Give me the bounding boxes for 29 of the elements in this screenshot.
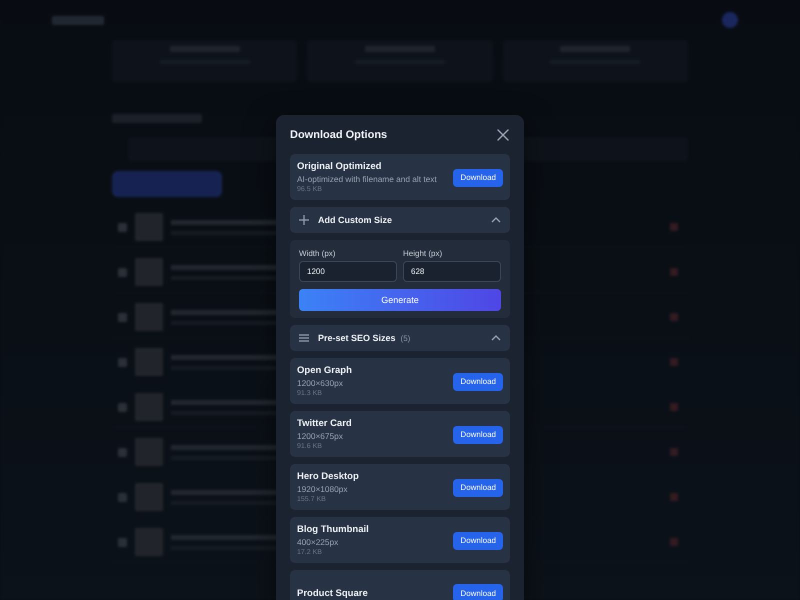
option-name: Blog Thumbnail: [297, 523, 370, 536]
height-field[interactable]: 628: [403, 261, 501, 282]
option-name: Open Graph: [297, 364, 353, 377]
download-button[interactable]: Download: [453, 426, 503, 444]
option-dimensions: 1200×630px: [297, 377, 344, 389]
field-label: Width (px): [299, 249, 336, 258]
option-description: AI-optimized with filename and alt text: [297, 173, 438, 185]
custom-size-toggle[interactable]: Add Custom Size: [290, 207, 510, 233]
field-label: Height (px): [403, 249, 444, 258]
download-button[interactable]: Download: [453, 478, 503, 496]
download-button[interactable]: Download: [453, 168, 503, 186]
close-icon: [496, 128, 510, 142]
preset-sizes-toggle[interactable]: Pre-set SEO Sizes (5): [290, 325, 510, 351]
option-name: Original Optimized: [297, 160, 382, 173]
download-button[interactable]: Download: [453, 584, 503, 600]
close-button[interactable]: [496, 128, 510, 142]
option-dimensions: 1920×1080px: [297, 483, 349, 495]
option-name: Product Square: [297, 586, 369, 600]
download-button[interactable]: Download: [453, 532, 503, 550]
option-dimensions: 400×225px: [297, 536, 340, 548]
list-icon: [298, 332, 310, 344]
dialog-title: Download Options: [290, 128, 388, 140]
plus-icon: [298, 214, 310, 226]
download-button[interactable]: Download: [453, 372, 503, 390]
generate-button[interactable]: Generate: [299, 289, 501, 311]
option-name: Twitter Card: [297, 417, 353, 430]
option-name: Hero Desktop: [297, 470, 360, 483]
width-field[interactable]: 1200: [299, 261, 397, 282]
option-dimensions: 1200×675px: [297, 430, 344, 442]
